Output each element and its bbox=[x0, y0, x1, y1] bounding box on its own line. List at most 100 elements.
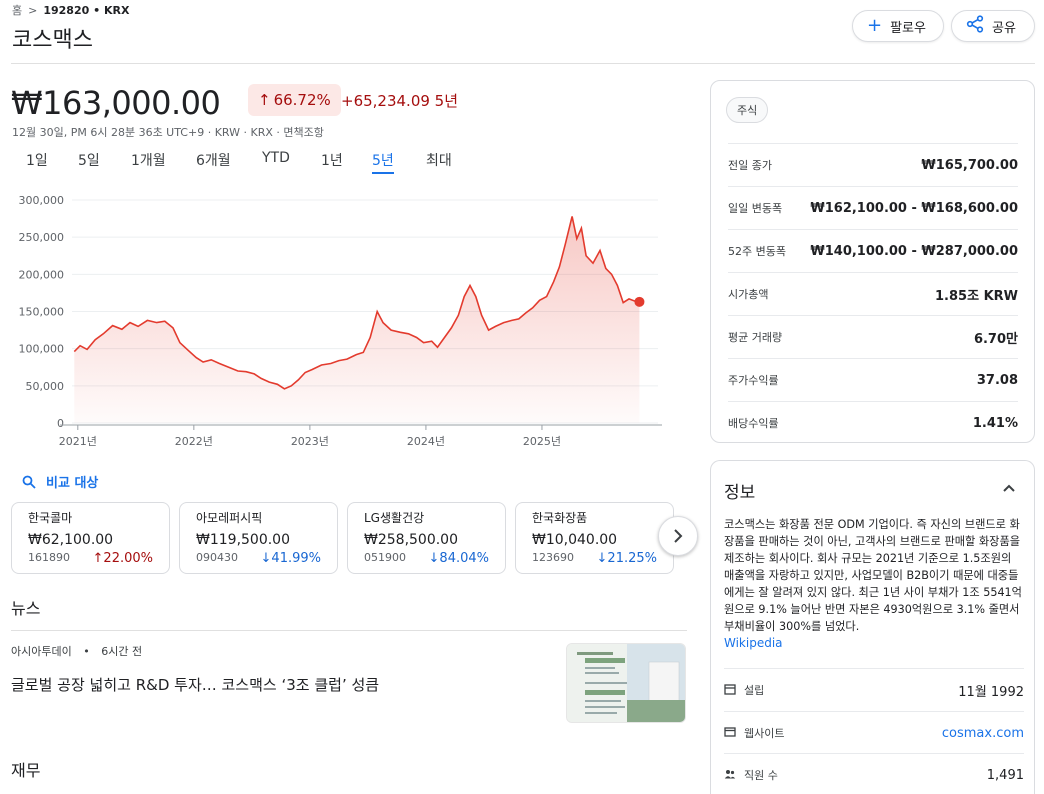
compare-section-header[interactable]: 비교 대상 bbox=[22, 472, 98, 491]
info-label: 설립 bbox=[744, 684, 765, 697]
info-divider bbox=[724, 668, 1024, 669]
compare-card-change: ↓84.04% bbox=[428, 551, 489, 566]
people-icon bbox=[724, 768, 736, 783]
news-source: 아시아투데이 bbox=[11, 645, 72, 658]
compare-card-name: 한국콜마 bbox=[28, 511, 73, 525]
change-percent: 66.72% bbox=[273, 91, 331, 109]
info-label-wrap: 설립 bbox=[724, 682, 764, 698]
wikipedia-link[interactable]: Wikipedia bbox=[724, 636, 783, 650]
breadcrumb-current: 192820 • KRX bbox=[43, 3, 130, 17]
compare-card-code: 090430 bbox=[196, 551, 238, 564]
compare-card-code: 123690 bbox=[532, 551, 574, 564]
share-icon bbox=[966, 15, 984, 37]
stat-value: 1.41% bbox=[972, 415, 1018, 431]
chevron-right-icon[interactable] bbox=[658, 516, 698, 556]
stat-label: 평균 거래량 bbox=[728, 331, 783, 344]
info-divider bbox=[724, 711, 1024, 712]
info-label: 웹사이트 bbox=[744, 727, 785, 740]
page-title: 코스맥스 bbox=[12, 28, 93, 53]
compare-card-price: ₩62,100.00 bbox=[28, 532, 114, 548]
stock-type-chip: 주식 bbox=[726, 97, 769, 123]
follow-label: 팔로우 bbox=[890, 20, 926, 36]
stat-value: ₩140,100.00 - ₩287,000.00 bbox=[810, 243, 1018, 259]
chart-x-tick-label: 2024년 bbox=[407, 435, 445, 448]
compare-card-name: 아모레퍼시픽 bbox=[196, 511, 263, 525]
stat-value: ₩165,700.00 bbox=[921, 157, 1018, 173]
chart-y-tick-label: 250,000 bbox=[19, 231, 65, 244]
info-row: 직원 수 1,491 bbox=[724, 755, 1024, 794]
range-tab[interactable]: YTD bbox=[262, 150, 290, 166]
chart-y-tick-label: 300,000 bbox=[19, 194, 65, 207]
compare-card-name: 한국화장품 bbox=[532, 511, 588, 525]
news-headline[interactable]: 글로벌 공장 넓히고 R&D 투자… 코스맥스 ‘3조 클럽’ 성큼 bbox=[11, 674, 379, 695]
compare-card-price: ₩10,040.00 bbox=[532, 532, 618, 548]
compare-card[interactable]: 한국콜마 ₩62,100.00 161890 ↑22.00% bbox=[11, 502, 170, 574]
news-thumbnail[interactable] bbox=[566, 643, 686, 723]
calendar-icon bbox=[724, 683, 736, 698]
chart-y-tick-label: 200,000 bbox=[19, 268, 65, 281]
compare-card[interactable]: LG생활건강 ₩258,500.00 051900 ↓84.04% bbox=[347, 502, 506, 574]
news-time: 6시간 전 bbox=[101, 645, 143, 658]
range-tab[interactable]: 1개월 bbox=[131, 150, 166, 170]
chart-x-tick-label: 2022년 bbox=[175, 435, 213, 448]
news-source-line: 아시아투데이 • 6시간 전 bbox=[11, 643, 142, 659]
share-button[interactable]: 공유 bbox=[951, 10, 1035, 42]
search-icon bbox=[22, 475, 36, 489]
arrow-up-icon: ↑ bbox=[258, 91, 271, 109]
separator-dot: • bbox=[83, 645, 90, 658]
chart-x-tick-label: 2021년 bbox=[59, 435, 97, 448]
info-value[interactable]: cosmax.com bbox=[942, 726, 1024, 741]
breadcrumb-home[interactable]: 홈 bbox=[12, 2, 22, 18]
chart-y-tick-label: 0 bbox=[57, 417, 64, 430]
compare-card-code: 161890 bbox=[28, 551, 70, 564]
chart-current-point bbox=[634, 296, 645, 307]
change-absolute: +65,234.09 5년 bbox=[341, 92, 459, 110]
stat-row: 시가총액 1.85조 KRW bbox=[728, 273, 1018, 315]
price-chart[interactable]: 300,000 250,000 200,000 150,000 100,000 50,00… bbox=[0, 185, 700, 455]
range-tab[interactable]: 최대 bbox=[426, 150, 452, 170]
change-percent-badge: ↑ 66.72% bbox=[248, 84, 341, 116]
chart-y-tick-label: 100,000 bbox=[19, 343, 65, 356]
range-tab[interactable]: 5년 bbox=[372, 150, 394, 174]
info-value: 1,491 bbox=[986, 767, 1024, 783]
about-description: 코스맥스는 화장품 전문 ODM 기업이다. 즉 자신의 브랜드로 화장품을 판… bbox=[724, 518, 1022, 633]
chevron-up-icon[interactable] bbox=[1002, 479, 1016, 497]
news-section-title: 뉴스 bbox=[11, 599, 41, 618]
stat-row: 일일 변동폭 ₩162,100.00 - ₩168,600.00 bbox=[728, 187, 1018, 229]
stat-label: 주가수익률 bbox=[728, 374, 779, 387]
compare-card[interactable]: 한국화장품 ₩10,040.00 123690 ↓21.25% bbox=[515, 502, 674, 574]
range-tab[interactable]: 1일 bbox=[26, 150, 48, 170]
stat-label: 전일 종가 bbox=[728, 159, 772, 172]
info-label-wrap: 직원 수 bbox=[724, 767, 778, 783]
info-label: 직원 수 bbox=[744, 769, 778, 782]
stat-label: 52주 변동폭 bbox=[728, 245, 786, 258]
chart-y-tick-label: 150,000 bbox=[19, 306, 65, 319]
range-tab[interactable]: 6개월 bbox=[196, 150, 231, 170]
stat-label: 시가총액 bbox=[728, 288, 769, 301]
price-meta: 12월 30일, PM 6시 28분 36초 UTC+9 · KRW · KRX… bbox=[12, 126, 324, 139]
compare-card-price: ₩119,500.00 bbox=[196, 532, 291, 548]
compare-card[interactable]: 아모레퍼시픽 ₩119,500.00 090430 ↓41.99% bbox=[179, 502, 338, 574]
stat-value: 6.70만 bbox=[973, 331, 1018, 347]
current-price: ₩163,000.00 bbox=[11, 84, 221, 122]
stat-row: 전일 종가 ₩165,700.00 bbox=[728, 144, 1018, 186]
range-tab[interactable]: 5일 bbox=[78, 150, 100, 170]
info-value: 11월 1992 bbox=[958, 684, 1024, 700]
info-row: 설립 11월 1992 bbox=[724, 670, 1024, 710]
compare-card-name: LG생활건강 bbox=[364, 511, 425, 525]
range-tab[interactable]: 1년 bbox=[321, 150, 343, 170]
share-label: 공유 bbox=[992, 20, 1016, 36]
stat-row: 주가수익률 37.08 bbox=[728, 359, 1018, 401]
compare-card-change: ↓21.25% bbox=[596, 551, 657, 566]
stat-value: 37.08 bbox=[976, 372, 1018, 388]
stat-row: 52주 변동폭 ₩140,100.00 - ₩287,000.00 bbox=[728, 230, 1018, 272]
follow-button[interactable]: + 팔로우 bbox=[852, 10, 944, 42]
plus-icon: + bbox=[867, 15, 883, 36]
stat-row: 평균 거래량 6.70만 bbox=[728, 316, 1018, 358]
info-row: 웹사이트 cosmax.com bbox=[724, 713, 1024, 753]
about-title: 정보 bbox=[724, 483, 756, 503]
compare-card-change: ↓41.99% bbox=[260, 551, 321, 566]
chart-x-tick-label: 2025년 bbox=[523, 435, 561, 448]
compare-card-price: ₩258,500.00 bbox=[364, 532, 459, 548]
info-divider bbox=[724, 753, 1024, 754]
